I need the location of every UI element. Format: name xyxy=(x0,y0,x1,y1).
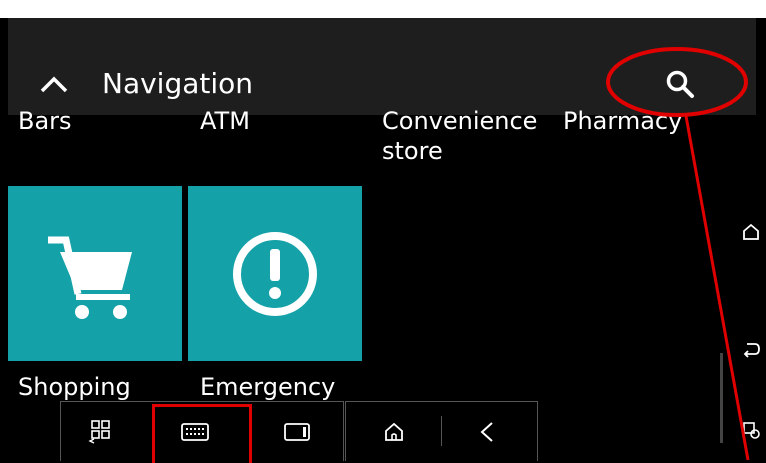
tile-emergency[interactable] xyxy=(188,186,362,361)
apps-switch-icon xyxy=(88,419,110,444)
side-settings-button[interactable] xyxy=(738,417,764,443)
nav-home-button[interactable] xyxy=(364,402,424,461)
exclamation-icon xyxy=(233,231,317,316)
search-button[interactable] xyxy=(658,62,702,106)
home-icon xyxy=(743,223,759,240)
settings-icon xyxy=(743,422,760,439)
page-title: Navigation xyxy=(102,67,254,100)
status-strip xyxy=(0,0,766,18)
chevron-up-icon xyxy=(40,76,68,93)
keyboard-button[interactable] xyxy=(165,402,225,461)
collapse-button[interactable] xyxy=(34,64,74,104)
convenience-line1: Convenience xyxy=(382,107,538,135)
window-icon xyxy=(284,422,310,441)
side-controls xyxy=(718,115,766,460)
home-icon xyxy=(385,422,403,441)
window-button[interactable] xyxy=(267,402,327,461)
nav-back-button[interactable] xyxy=(458,402,518,461)
category-convenience-label[interactable]: Convenience store xyxy=(382,106,537,166)
side-back-button[interactable] xyxy=(738,337,764,363)
category-bars-label[interactable]: Bars xyxy=(18,106,72,136)
tile-shopping-label: Shopping xyxy=(18,373,131,401)
shopping-cart-icon xyxy=(48,236,132,319)
category-atm-label[interactable]: ATM xyxy=(200,106,250,136)
tile-shopping[interactable] xyxy=(8,186,182,361)
app-header: Navigation xyxy=(8,18,756,115)
keyboard-icon xyxy=(181,422,209,441)
tile-emergency-label: Emergency xyxy=(200,373,336,401)
nav-divider xyxy=(441,416,442,446)
scrollbar[interactable] xyxy=(720,353,723,443)
system-nav-left xyxy=(60,401,344,461)
system-nav-right xyxy=(345,401,538,461)
back-icon xyxy=(743,343,760,358)
category-pharmacy-label[interactable]: Pharmacy xyxy=(563,106,682,136)
back-icon xyxy=(480,421,493,442)
side-home-button[interactable] xyxy=(738,219,764,245)
search-icon xyxy=(666,70,694,98)
apps-switch-button[interactable] xyxy=(71,402,131,461)
convenience-line2: store xyxy=(382,137,443,165)
